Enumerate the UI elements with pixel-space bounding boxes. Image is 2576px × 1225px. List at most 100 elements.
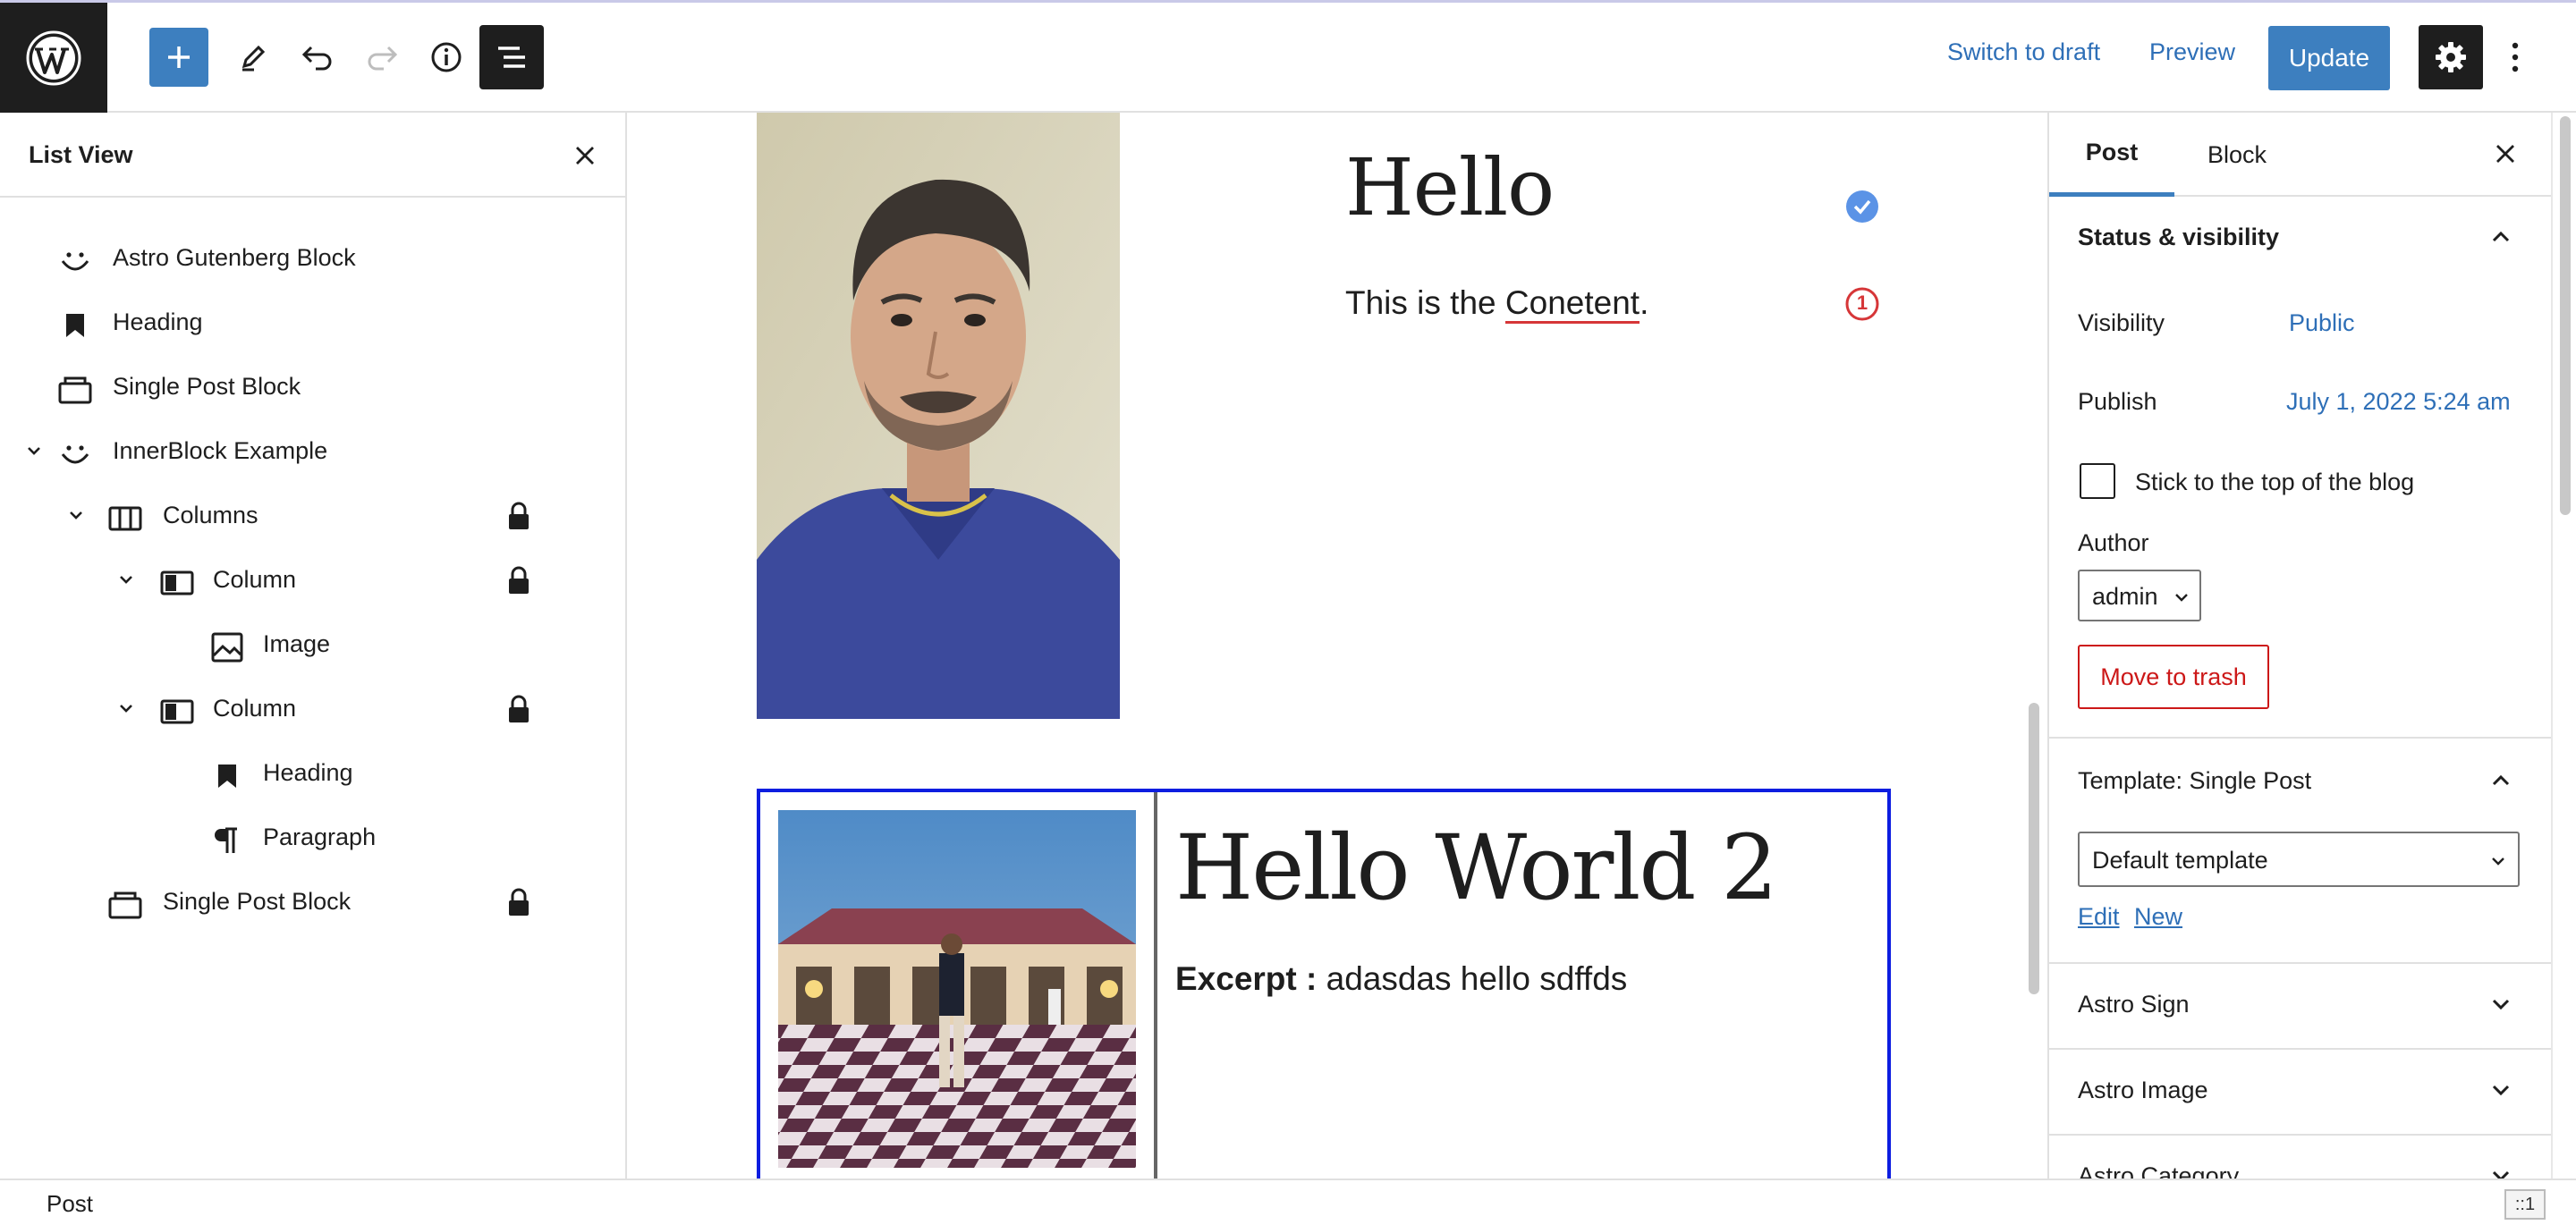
sticky-checkbox[interactable] bbox=[2080, 463, 2115, 499]
paragraph-end: . bbox=[1640, 284, 1649, 321]
chevron-down-icon[interactable] bbox=[115, 697, 137, 719]
list-item[interactable]: Paragraph bbox=[0, 805, 627, 869]
chevron-down-icon[interactable] bbox=[23, 440, 45, 461]
tools-pencil-icon[interactable] bbox=[224, 28, 283, 87]
update-button[interactable]: Update bbox=[2268, 26, 2390, 90]
column-icon bbox=[159, 694, 195, 730]
panel-separator bbox=[2049, 737, 2551, 739]
list-item[interactable]: Single Post Block bbox=[0, 869, 627, 934]
lock-icon bbox=[509, 695, 529, 722]
smiley-icon bbox=[57, 243, 93, 279]
list-item-label: Columns bbox=[163, 502, 258, 528]
chevron-down-icon[interactable] bbox=[65, 504, 87, 526]
publish-date-toggle[interactable]: July 1, 2022 5:24 am bbox=[2286, 388, 2511, 416]
preview-button[interactable]: Preview bbox=[2149, 38, 2235, 66]
panel-separator bbox=[2049, 1134, 2551, 1136]
list-item-label: Astro Gutenberg Block bbox=[113, 244, 356, 271]
post-paragraph[interactable]: This is the Conetent. bbox=[1345, 284, 1649, 324]
breadcrumb-post[interactable]: Post bbox=[47, 1190, 93, 1218]
list-view-button[interactable] bbox=[479, 25, 544, 89]
list-item-label: Single Post Block bbox=[113, 373, 301, 400]
error-count: 1 bbox=[1856, 291, 1868, 314]
excerpt-label: Excerpt : bbox=[1175, 960, 1318, 997]
list-item[interactable]: Single Post Block bbox=[0, 354, 627, 418]
close-sidebar-icon[interactable] bbox=[2489, 138, 2521, 170]
column-divider bbox=[1154, 792, 1157, 1179]
astro-sign-panel-toggle[interactable]: Astro Sign bbox=[2049, 991, 2551, 1026]
excerpt-text: adasdas hello sdffds bbox=[1317, 960, 1628, 997]
sidebar-tabs: Post Block bbox=[2049, 113, 2551, 197]
wordpress-logo-icon[interactable] bbox=[0, 3, 107, 113]
post-title-heading[interactable]: Hello World 2 bbox=[1175, 815, 1778, 920]
image-icon bbox=[209, 629, 245, 665]
chevron-down-icon bbox=[2492, 999, 2510, 1010]
new-template-link[interactable]: New bbox=[2134, 903, 2182, 931]
list-item[interactable]: InnerBlock Example bbox=[0, 418, 627, 483]
undo-icon[interactable] bbox=[288, 28, 347, 87]
post-heading[interactable]: Hello bbox=[1345, 141, 1555, 233]
post-thumbnail-image[interactable] bbox=[778, 810, 1136, 1168]
list-item[interactable]: Column bbox=[0, 547, 627, 612]
bookmark-icon bbox=[209, 758, 245, 794]
list-item-label: Column bbox=[213, 566, 297, 593]
list-view-title: List View bbox=[29, 141, 133, 168]
chevron-up-icon bbox=[2492, 774, 2510, 786]
column-icon bbox=[159, 565, 195, 601]
chevron-down-icon[interactable] bbox=[115, 569, 137, 590]
paragraph-icon bbox=[209, 823, 245, 858]
list-item[interactable]: Column bbox=[0, 676, 627, 740]
astro-category-panel-toggle[interactable]: Astro Category bbox=[2049, 1162, 2551, 1179]
lock-icon bbox=[509, 502, 529, 529]
close-list-view-icon[interactable] bbox=[569, 139, 601, 172]
switch-to-draft-button[interactable]: Switch to draft bbox=[1947, 38, 2100, 66]
canvas-scrollbar[interactable] bbox=[2029, 703, 2039, 994]
panel-separator bbox=[2049, 1048, 2551, 1050]
panel-title: Status & visibility bbox=[2078, 224, 2280, 250]
smiley-icon bbox=[57, 436, 93, 472]
tab-block[interactable]: Block bbox=[2180, 113, 2294, 197]
grammar-check-icon[interactable] bbox=[1845, 190, 1879, 224]
sticky-label: Stick to the top of the blog bbox=[2135, 469, 2415, 495]
settings-sidebar: Post Block Status & visibility Visibilit… bbox=[2047, 113, 2551, 1179]
list-item-label: InnerBlock Example bbox=[113, 437, 328, 464]
columns-icon bbox=[107, 501, 143, 536]
list-item-label: Image bbox=[263, 630, 331, 657]
sidebar-scrollbar[interactable] bbox=[2551, 113, 2576, 1179]
post-block-icon bbox=[107, 887, 143, 923]
astro-image-panel-toggle[interactable]: Astro Image bbox=[2049, 1077, 2551, 1112]
resize-handle[interactable]: ::1 bbox=[2504, 1189, 2546, 1220]
redo-icon[interactable] bbox=[352, 28, 411, 87]
list-item[interactable]: Columns bbox=[0, 483, 627, 547]
chevron-down-icon bbox=[2492, 858, 2504, 866]
add-block-button[interactable] bbox=[149, 28, 208, 87]
list-item[interactable]: Image bbox=[0, 612, 627, 676]
more-options-icon[interactable] bbox=[2496, 25, 2535, 89]
list-item-label: Paragraph bbox=[263, 824, 377, 850]
list-item[interactable]: Astro Gutenberg Block bbox=[0, 225, 627, 290]
status-visibility-panel-toggle[interactable]: Status & visibility bbox=[2049, 224, 2551, 259]
template-panel-toggle[interactable]: Template: Single Post bbox=[2049, 767, 2551, 803]
author-select[interactable]: admin bbox=[2078, 570, 2201, 621]
template-select[interactable]: Default template bbox=[2078, 832, 2520, 887]
post-excerpt[interactable]: Excerpt : adasdas hello sdffds bbox=[1175, 960, 1627, 998]
settings-gear-icon[interactable] bbox=[2419, 25, 2483, 89]
list-item-label: Column bbox=[213, 695, 297, 722]
list-item-label: Heading bbox=[113, 308, 203, 335]
info-icon[interactable] bbox=[417, 28, 476, 87]
chevron-down-icon bbox=[2492, 1085, 2510, 1096]
list-item[interactable]: Heading bbox=[0, 290, 627, 354]
edit-template-link[interactable]: Edit bbox=[2078, 903, 2120, 931]
profile-photo-image[interactable] bbox=[757, 113, 1120, 719]
visibility-toggle[interactable]: Public bbox=[2289, 309, 2355, 337]
list-item[interactable]: Heading bbox=[0, 740, 627, 805]
move-to-trash-button[interactable]: Move to trash bbox=[2078, 645, 2269, 709]
block-breadcrumb-bar: Post ::1 bbox=[0, 1179, 2576, 1225]
tab-post[interactable]: Post bbox=[2049, 113, 2174, 197]
sidebar-scroll-thumb[interactable] bbox=[2560, 116, 2571, 515]
chevron-up-icon bbox=[2492, 231, 2510, 242]
spelling-error-icon[interactable]: 1 bbox=[1844, 286, 1880, 322]
chevron-down-icon bbox=[2492, 1170, 2510, 1179]
lock-icon bbox=[509, 888, 529, 916]
chevron-down-icon bbox=[2175, 594, 2188, 602]
bookmark-icon bbox=[57, 308, 93, 343]
